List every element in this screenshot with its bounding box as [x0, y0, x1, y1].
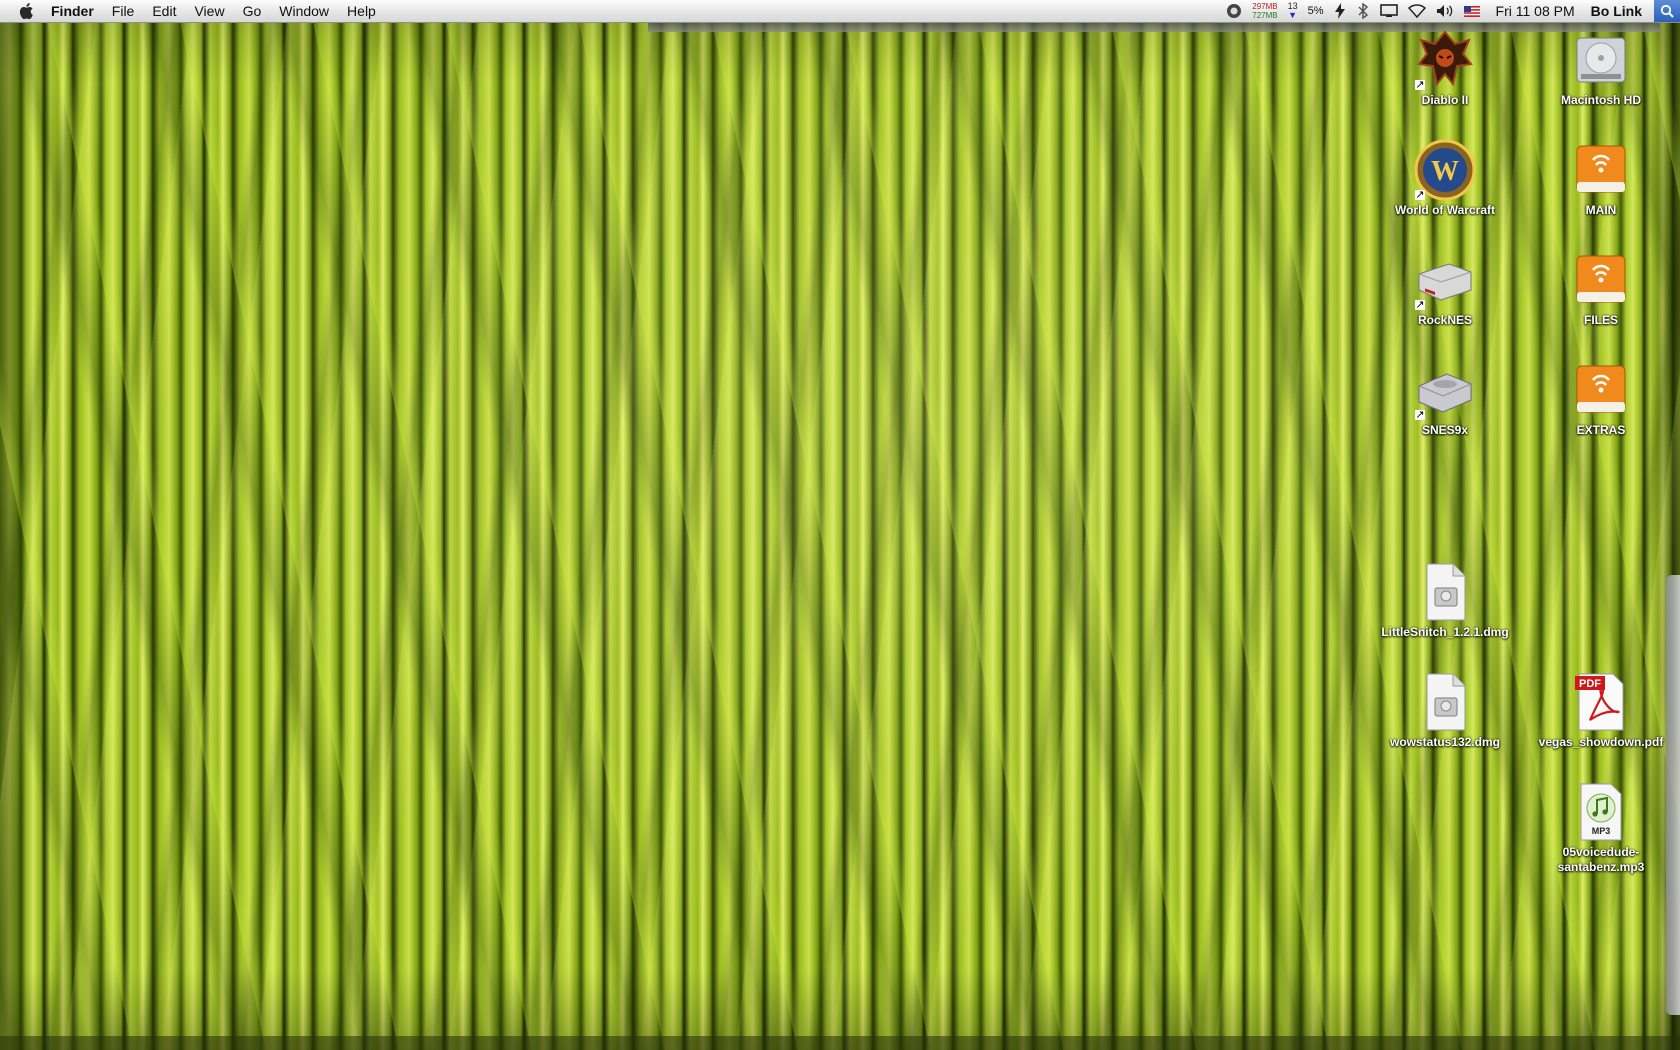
process-count[interactable]: 13 ▼ [1288, 0, 1298, 22]
down-arrow-icon: ▼ [1288, 10, 1298, 20]
power-icon[interactable] [1334, 0, 1346, 22]
icon-label: SNES9x [1421, 423, 1469, 437]
desktop-icon-diablo-ii[interactable]: ↗ Diablo II [1365, 28, 1525, 108]
desktop-icon-voicedude-mp3[interactable]: MP3 05voicedude-santabenz.mp3 [1521, 780, 1680, 875]
desktop-icon-macintosh-hd[interactable]: Macintosh HD [1521, 28, 1680, 108]
mp3-file-icon: MP3 [1569, 780, 1633, 844]
disk-image-icon [1413, 670, 1477, 734]
desktop-icon-files[interactable]: FILES [1521, 248, 1680, 328]
spotlight-icon[interactable] [1654, 0, 1680, 22]
icon-label: vegas_showdown.pdf [1538, 735, 1664, 749]
menu-go[interactable]: Go [234, 0, 271, 22]
display-icon[interactable] [1379, 0, 1398, 22]
menu-help[interactable]: Help [338, 0, 385, 22]
icon-label: 05voicedude-santabenz.mp3 [1557, 845, 1645, 874]
pdf-badge-text: PDF [1579, 678, 1601, 690]
warcraft-icon: W ↗ [1413, 138, 1477, 202]
desktop-icon-rocknes[interactable]: ↗ RockNES [1365, 248, 1525, 328]
icon-label: RockNES [1417, 313, 1473, 327]
icon-label: LittleSnitch_1.2.1.dmg [1381, 625, 1509, 639]
menu-bar: Finder File Edit View Go Window Help 297… [0, 0, 1680, 23]
bluetooth-icon[interactable] [1356, 0, 1370, 22]
icon-label: EXTRAS [1576, 423, 1626, 437]
alias-arrow-icon: ↗ [1415, 409, 1425, 421]
hard-drive-icon [1569, 28, 1633, 92]
network-drive-icon [1569, 358, 1633, 422]
fast-user-switch[interactable]: Bo Link [1591, 0, 1642, 22]
sync-status-icon[interactable] [1226, 0, 1242, 22]
desktop-icon-extras[interactable]: EXTRAS [1521, 358, 1680, 438]
menu-view[interactable]: View [185, 0, 233, 22]
desktop-bottom-edge [0, 1036, 1680, 1050]
snes-console-icon: ↗ [1413, 358, 1477, 422]
alias-arrow-icon: ↗ [1415, 79, 1425, 91]
diablo-icon: ↗ [1413, 28, 1477, 92]
menu-finder[interactable]: Finder [42, 0, 103, 22]
us-flag-input-icon[interactable] [1463, 0, 1480, 22]
alias-arrow-icon: ↗ [1415, 299, 1425, 311]
nes-console-icon: ↗ [1413, 248, 1477, 312]
icon-label: Macintosh HD [1560, 93, 1641, 107]
desktop-icon-vegas-showdown-pdf[interactable]: PDF vegas_showdown.pdf [1521, 670, 1680, 750]
icon-label: World of Warcraft [1394, 203, 1495, 217]
menubar-clock[interactable]: Fri 11 08 PM [1496, 0, 1575, 22]
alias-arrow-icon: ↗ [1415, 189, 1425, 201]
desktop-icon-main[interactable]: MAIN [1521, 138, 1680, 218]
mp3-badge-text: MP3 [1592, 826, 1611, 836]
desktop-icon-wowstatus-dmg[interactable]: wowstatus132.dmg [1365, 670, 1525, 750]
desktop-icon-snes9x[interactable]: ↗ SNES9x [1365, 358, 1525, 438]
svg-text:W: W [1431, 156, 1459, 187]
menu-file[interactable]: File [103, 0, 144, 22]
icon-label: MAIN [1585, 203, 1617, 217]
status-menus: 297MB 727MB 13 ▼ 5% Fri 11 08 PM Bo Link [1216, 0, 1680, 22]
memory-free: 727MB [1252, 11, 1278, 20]
memory-used: 297MB [1252, 2, 1278, 11]
desktop-icon-littlesnitch-dmg[interactable]: LittleSnitch_1.2.1.dmg [1365, 560, 1525, 640]
desktop-icon-world-of-warcraft[interactable]: W ↗ World of Warcraft [1365, 138, 1525, 218]
disk-image-icon [1413, 560, 1477, 624]
memory-monitor[interactable]: 297MB 727MB [1252, 0, 1277, 22]
volume-icon[interactable] [1436, 0, 1454, 22]
menu-edit[interactable]: Edit [143, 0, 185, 22]
menu-window[interactable]: Window [270, 0, 338, 22]
network-drive-icon [1569, 248, 1633, 312]
apple-menu-icon[interactable] [12, 0, 42, 22]
icon-label: Diablo II [1421, 93, 1469, 107]
cpu-percent[interactable]: 5% [1308, 0, 1324, 22]
icon-label: wowstatus132.dmg [1389, 735, 1501, 749]
pdf-document-icon: PDF [1569, 670, 1633, 734]
network-drive-icon [1569, 138, 1633, 202]
wifi-icon[interactable] [1407, 0, 1426, 22]
icon-label: FILES [1583, 313, 1618, 327]
